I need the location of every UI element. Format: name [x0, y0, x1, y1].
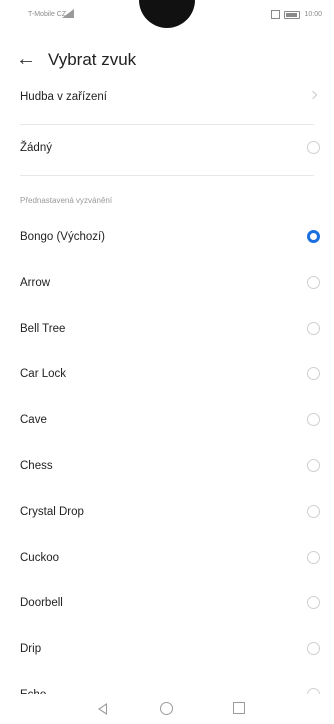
ringtone-row[interactable]: Doorbell	[0, 582, 334, 628]
ringtone-row[interactable]: Crystal Drop	[0, 491, 334, 537]
back-arrow-icon[interactable]: ←	[16, 47, 36, 71]
ringtone-row[interactable]: Bell Tree	[0, 308, 334, 354]
ringtone-label: Bongo (Výchozí)	[20, 231, 106, 243]
radio-button[interactable]	[307, 321, 320, 335]
chevron-right-icon	[308, 90, 318, 100]
radio-button[interactable]	[307, 459, 320, 472]
ringtone-label: Doorbell	[20, 597, 63, 610]
ringtone-label: Cave	[20, 414, 47, 427]
radio-button[interactable]	[307, 596, 320, 610]
ringtone-row[interactable]: Drip	[0, 628, 334, 674]
ringtone-label: Cuckoo	[20, 551, 59, 564]
nav-recent-icon[interactable]	[233, 702, 245, 714]
radio-button[interactable]	[307, 642, 320, 656]
ringtone-row[interactable]: Car Lock	[0, 353, 334, 399]
battery-icon	[284, 10, 301, 19]
app-bar: ← Vybrat zvuk	[0, 42, 334, 78]
ringtone-row[interactable]: Arrow	[0, 262, 334, 308]
nav-back-icon[interactable]	[98, 703, 107, 715]
status-right: 10:00	[271, 10, 322, 19]
ringtone-row[interactable]: Cave	[0, 399, 334, 445]
radio-button[interactable]	[307, 141, 320, 154]
page-title: Vybrat zvuk	[48, 50, 137, 69]
ringtone-label: Bell Tree	[20, 322, 66, 335]
ringtone-row[interactable]: Chess	[0, 445, 334, 491]
ringtone-label: Crystal Drop	[20, 505, 84, 518]
nav-home-icon[interactable]	[160, 702, 173, 715]
ringtone-row[interactable]: Cuckoo	[0, 537, 334, 583]
sim-icon	[271, 10, 281, 19]
status-bar: T-Mobile CZ 10:00	[0, 0, 334, 34]
radio-button[interactable]	[307, 413, 320, 427]
device-music-row[interactable]: Hudba v zařízení	[0, 74, 334, 124]
camera-notch	[139, 0, 195, 28]
ringtone-label: Drip	[20, 643, 42, 656]
ringtone-label: Arrow	[20, 276, 51, 289]
none-option-row[interactable]: Žádný	[0, 125, 334, 175]
none-option-label: Žádný	[20, 142, 52, 154]
radio-button-selected[interactable]	[307, 230, 320, 243]
ringtone-row[interactable]: Bongo (Výchozí)	[0, 216, 334, 262]
signal-icon	[62, 9, 74, 18]
navigation-bar	[0, 694, 334, 724]
device-music-label: Hudba v zařízení	[20, 91, 107, 103]
section-header: Přednastavená vyzvánění	[20, 196, 113, 205]
ringtone-label: Chess	[20, 460, 53, 472]
carrier-label: T-Mobile CZ	[28, 11, 67, 18]
divider	[20, 175, 314, 176]
radio-button[interactable]	[307, 367, 320, 381]
ringtone-label: Car Lock	[20, 368, 67, 381]
radio-button[interactable]	[307, 275, 320, 289]
radio-button[interactable]	[307, 550, 320, 564]
radio-button[interactable]	[307, 504, 320, 518]
clock: 10:00	[304, 11, 322, 18]
